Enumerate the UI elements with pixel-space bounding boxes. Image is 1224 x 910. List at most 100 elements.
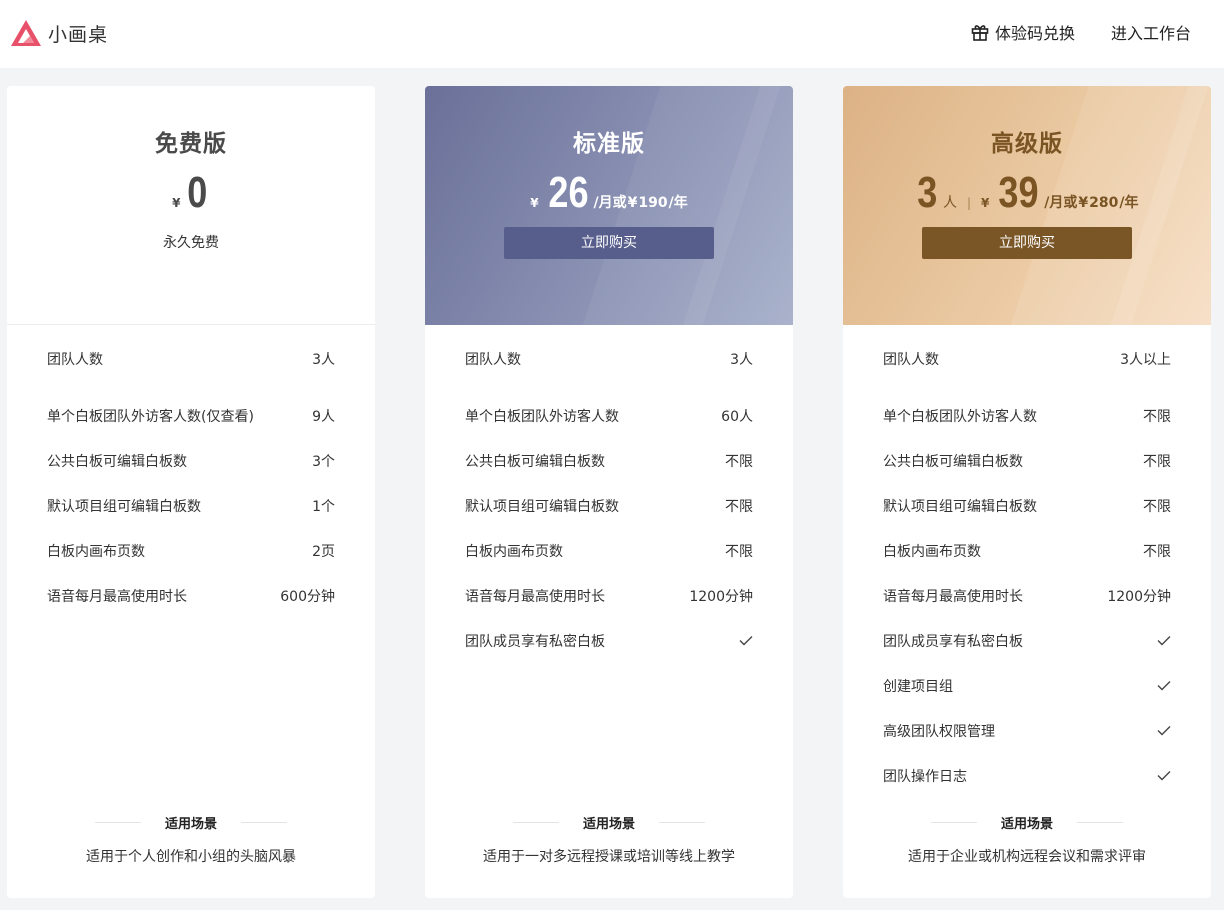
currency-symbol: ¥	[1078, 195, 1089, 211]
plan-card-standard: 标准版 ¥ 26 /月或 ¥ 190 /年 立即购买 团队人数 3人 单个白板团队…	[425, 86, 793, 898]
feature-label: 团队人数	[883, 352, 939, 368]
check-icon	[739, 636, 753, 646]
feature-row: 高级团队权限管理	[883, 708, 1171, 753]
feature-row: 默认项目组可编辑白板数 1个	[47, 483, 335, 528]
feature-label: 团队成员享有私密白板	[883, 633, 1023, 650]
feature-value: 不限	[725, 543, 753, 560]
plan-header: 免费版 ¥ 0 永久免费	[7, 86, 375, 325]
scenario-description: 适用于一对多远程授课或培训等线上教学	[483, 849, 735, 865]
redeem-code-link[interactable]: 体验码兑换	[970, 20, 1075, 44]
usage-scenario: 适用场景 适用于个人创作和小组的头脑风暴	[7, 813, 375, 866]
feature-label: 语音每月最高使用时长	[883, 588, 1023, 605]
usage-scenario: 适用场景 适用于企业或机构远程会议和需求评审	[843, 813, 1211, 866]
feature-value: 3人	[730, 352, 753, 368]
feature-value: 2页	[312, 543, 335, 560]
feature-label: 公共白板可编辑白板数	[47, 453, 187, 470]
feature-row: 语音每月最高使用时长 600分钟	[47, 573, 335, 618]
feature-label: 团队成员享有私密白板	[465, 633, 605, 650]
divider-line	[94, 822, 141, 823]
price-period-year: /年	[668, 195, 688, 211]
feature-label: 语音每月最高使用时长	[47, 588, 187, 605]
feature-list: 团队人数 3人 单个白板团队外访客人数(仅查看) 9人 公共白板可编辑白板数 3个 默…	[7, 325, 375, 618]
top-bar: 小画桌 体验码兑换 进入工作台	[0, 0, 1224, 68]
feature-row: 团队人数 3人以上	[883, 348, 1171, 370]
feature-value: 3人	[312, 352, 335, 368]
feature-row: 公共白板可编辑白板数 3个	[47, 438, 335, 483]
price-year-value: 190	[638, 195, 668, 211]
feature-value: 不限	[1143, 408, 1171, 425]
feature-row: 白板内画布页数 不限	[883, 528, 1171, 573]
plan-price: ¥ 26 /月或 ¥ 190 /年	[425, 168, 793, 218]
feature-label: 单个白板团队外访客人数	[465, 408, 619, 425]
divider-line	[241, 822, 287, 823]
feature-value: 不限	[1143, 498, 1171, 515]
plan-header: 高级版 3 人 | ¥ 39 /月或 ¥ 280 /年 立即购买	[843, 86, 1211, 325]
feature-row: 单个白板团队外访客人数 不限	[883, 393, 1171, 438]
divider-line	[659, 822, 705, 823]
feature-row: 团队人数 3人	[465, 348, 753, 370]
feature-row: 单个白板团队外访客人数 60人	[465, 393, 753, 438]
feature-label: 白板内画布页数	[465, 543, 563, 560]
feature-label: 团队操作日志	[883, 768, 967, 785]
divider-line	[512, 822, 559, 823]
feature-value: 不限	[1143, 543, 1171, 560]
buy-now-button[interactable]: 立即购买	[922, 227, 1132, 259]
feature-row: 默认项目组可编辑白板数 不限	[883, 483, 1171, 528]
scenario-title: 适用场景	[164, 817, 217, 832]
logo-icon	[11, 20, 41, 46]
plan-header: 标准版 ¥ 26 /月或 ¥ 190 /年 立即购买	[425, 86, 793, 325]
feature-row: 白板内画布页数 2页	[47, 528, 335, 573]
price-year-value: 280	[1089, 195, 1119, 211]
feature-label: 公共白板可编辑白板数	[883, 453, 1023, 470]
feature-value: 3个	[312, 453, 335, 470]
feature-label: 团队人数	[465, 352, 521, 368]
feature-value: 3人以上	[1120, 352, 1171, 368]
plan-name: 标准版	[573, 131, 645, 157]
feature-label: 白板内画布页数	[883, 543, 981, 560]
feature-label: 语音每月最高使用时长	[465, 588, 605, 605]
feature-label: 白板内画布页数	[47, 543, 145, 560]
scenario-title: 适用场景	[582, 817, 635, 832]
feature-row: 团队人数 3人	[47, 348, 335, 370]
brand-logo[interactable]: 小画桌	[10, 18, 108, 48]
gift-icon	[971, 25, 989, 41]
currency-symbol: ¥	[530, 196, 539, 210]
free-note: 永久免费	[163, 235, 219, 251]
seat-unit: 人	[942, 195, 957, 211]
feature-row: 语音每月最高使用时长 1200分钟	[883, 573, 1171, 618]
feature-row: 团队成员享有私密白板	[465, 618, 753, 663]
feature-row: 公共白板可编辑白板数 不限	[883, 438, 1171, 483]
scenario-description: 适用于个人创作和小组的头脑风暴	[86, 849, 296, 865]
feature-value: 1200分钟	[1107, 588, 1171, 605]
price-value: 39	[998, 168, 1039, 217]
price-period-month: /月或	[1044, 195, 1078, 211]
feature-list: 团队人数 3人以上 单个白板团队外访客人数 不限 公共白板可编辑白板数 不限 默认项目…	[843, 325, 1211, 798]
feature-value: 9人	[312, 408, 335, 425]
plan-price: 3 人 | ¥ 39 /月或 ¥ 280 /年	[843, 168, 1211, 218]
feature-value: 不限	[1143, 453, 1171, 470]
feature-value: 不限	[725, 498, 753, 515]
price-value: 0	[187, 168, 208, 217]
feature-row: 语音每月最高使用时长 1200分钟	[465, 573, 753, 618]
feature-label: 高级团队权限管理	[883, 723, 995, 740]
check-icon	[1157, 636, 1171, 646]
seat-count: 3	[917, 168, 938, 217]
currency-symbol: ¥	[627, 195, 638, 211]
feature-label: 单个白板团队外访客人数(仅查看)	[47, 408, 254, 425]
scenario-description: 适用于企业或机构远程会议和需求评审	[908, 849, 1146, 865]
check-icon	[1157, 681, 1171, 691]
feature-label: 默认项目组可编辑白板数	[883, 498, 1037, 515]
buy-now-button[interactable]: 立即购买	[504, 227, 714, 259]
usage-scenario: 适用场景 适用于一对多远程授课或培训等线上教学	[425, 813, 793, 866]
feature-value: 60人	[721, 408, 753, 425]
feature-label: 公共白板可编辑白板数	[465, 453, 605, 470]
feature-row: 公共白板可编辑白板数 不限	[465, 438, 753, 483]
enter-workbench-link[interactable]: 进入工作台	[1111, 20, 1191, 44]
check-icon	[1157, 771, 1171, 781]
feature-label: 团队人数	[47, 352, 103, 368]
divider-line	[930, 822, 977, 823]
currency-symbol: ¥	[980, 196, 990, 210]
currency-symbol: ¥	[172, 196, 181, 210]
feature-label: 默认项目组可编辑白板数	[47, 498, 201, 515]
feature-value: 不限	[725, 453, 753, 470]
